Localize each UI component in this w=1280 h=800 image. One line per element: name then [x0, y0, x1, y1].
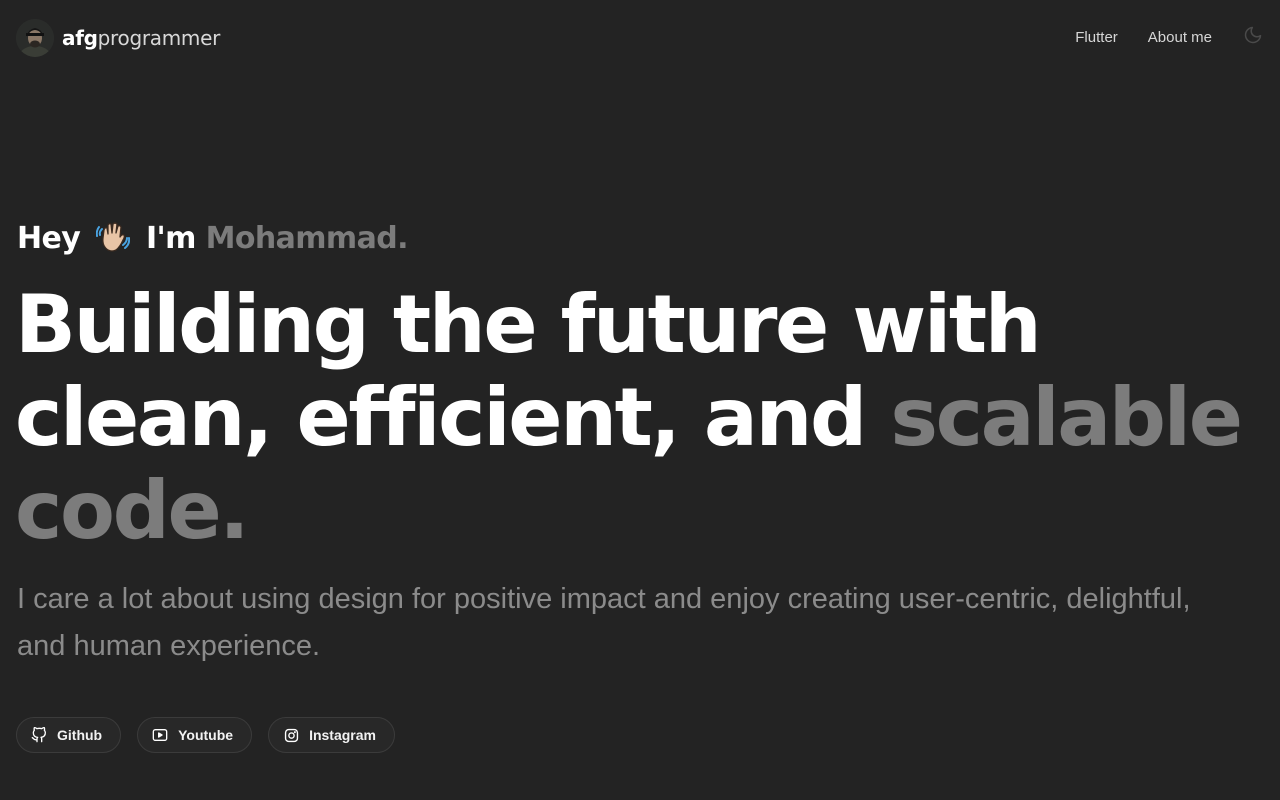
greeting-im: I'm — [145, 221, 196, 256]
instagram-icon — [283, 727, 299, 743]
hero-subtitle: I care a lot about using design for posi… — [17, 583, 1191, 662]
hero-headline: Building the future with clean, efficien… — [15, 278, 1275, 557]
youtube-label: Youtube — [178, 727, 234, 743]
brand-name-bold: afg — [62, 26, 98, 50]
instagram-button[interactable]: Instagram — [268, 717, 395, 753]
headline-line2: clean, efficient, and — [15, 371, 867, 464]
github-button[interactable]: Github — [16, 717, 122, 753]
brand-link[interactable]: afgprogrammer — [16, 19, 220, 57]
avatar — [16, 19, 54, 57]
nav-link-flutter[interactable]: Flutter — [1075, 29, 1118, 46]
github-icon — [31, 727, 47, 743]
waving-hand-icon — [95, 220, 131, 266]
nav-link-about[interactable]: About me — [1148, 29, 1212, 46]
headline-highlight-scalable: scalable — [890, 371, 1243, 464]
github-label: Github — [57, 727, 103, 743]
nav-links: Flutter About me — [1075, 26, 1264, 46]
top-navbar: afgprogrammer Flutter About me — [0, 0, 1280, 76]
brand-name-light: programmer — [97, 26, 221, 50]
youtube-button[interactable]: Youtube — [137, 717, 253, 753]
youtube-icon — [152, 727, 168, 743]
greeting-name: Mohammad. — [205, 221, 409, 256]
theme-toggle-button[interactable] — [1242, 24, 1264, 46]
social-links: Github Youtube Instagram — [16, 717, 411, 753]
greeting: Hey I'm Mohammad. — [17, 218, 409, 266]
greeting-hey: Hey — [17, 221, 81, 256]
headline-line1: Building the future with — [15, 278, 1042, 371]
brand-name: afgprogrammer — [62, 26, 220, 50]
instagram-label: Instagram — [309, 727, 376, 743]
headline-highlight-code: code. — [15, 464, 250, 557]
moon-icon — [1244, 26, 1262, 43]
